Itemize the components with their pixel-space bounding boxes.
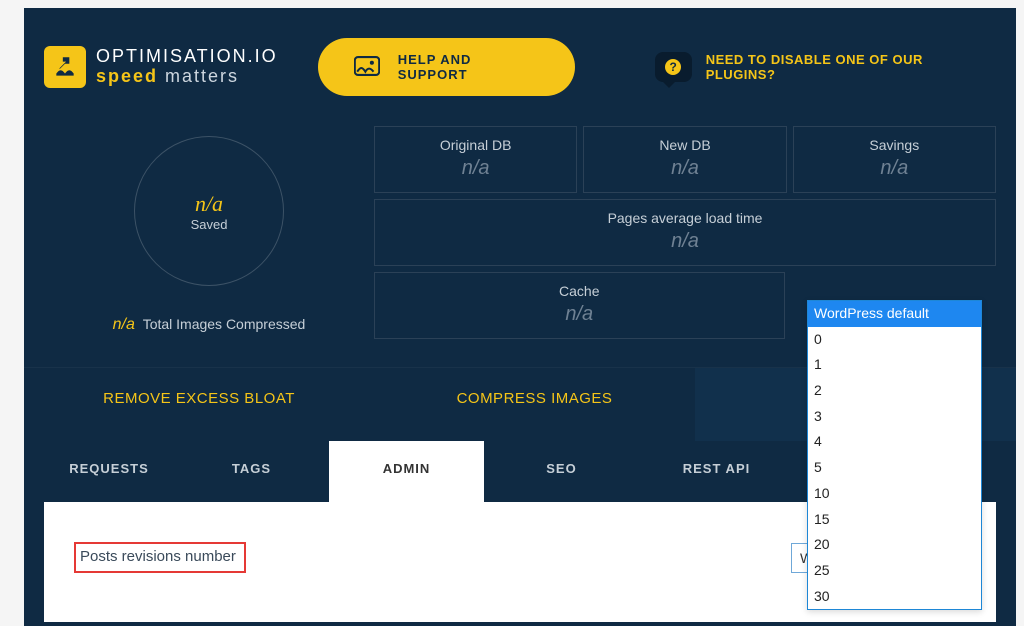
disable-plugin-link[interactable]: ? NEED TO DISABLE ONE OF OUR PLUGINS? (655, 52, 986, 82)
saved-circle: n/a Saved (134, 136, 284, 286)
dropdown-option[interactable]: 30 (808, 584, 981, 610)
dropdown-option[interactable]: 0 (808, 327, 981, 353)
saved-value: n/a (195, 191, 223, 217)
tab-seo[interactable]: SEO (484, 441, 639, 502)
compress-images-button[interactable]: COMPRESS IMAGES (374, 368, 695, 441)
original-db-card: Original DB n/a (374, 126, 577, 193)
left-stats-column: n/a Saved n/a Total Images Compressed (44, 126, 374, 334)
new-db-card: New DB n/a (583, 126, 786, 193)
load-time-value: n/a (383, 230, 987, 253)
help-support-label: HELP AND SUPPORT (398, 52, 539, 82)
tab-seo-label: SEO (546, 461, 576, 476)
help-support-button[interactable]: HELP AND SUPPORT (318, 38, 575, 96)
question-bubble-icon: ? (655, 52, 692, 82)
tab-tags[interactable]: TAGS (174, 441, 329, 502)
load-time-label: Pages average load time (383, 210, 987, 226)
total-images-label: Total Images Compressed (143, 316, 306, 332)
dropdown-option[interactable]: 1 (808, 352, 981, 378)
dropdown-option[interactable]: WordPress default (808, 301, 981, 327)
remove-bloat-label: REMOVE EXCESS BLOAT (103, 390, 295, 407)
load-time-card: Pages average load time n/a (374, 199, 996, 266)
posts-revisions-label: Posts revisions number (74, 542, 246, 573)
dashboard-panel: OPTIMISATION.IO speed matters HELP AND S… (24, 8, 1016, 626)
total-images-compressed: n/a Total Images Compressed (113, 316, 306, 334)
tab-requests[interactable]: REQUESTS (44, 441, 174, 502)
cache-label: Cache (383, 283, 776, 299)
dropdown-option[interactable]: 20 (808, 532, 981, 558)
disable-plugin-label: NEED TO DISABLE ONE OF OUR PLUGINS? (706, 52, 986, 82)
tab-admin-label: ADMIN (383, 461, 431, 476)
tab-requests-label: REQUESTS (69, 461, 149, 476)
total-images-value: n/a (113, 316, 135, 333)
load-time-row: Pages average load time n/a (374, 199, 996, 266)
logo-icon (44, 46, 86, 88)
logo-line2-rest: matters (158, 66, 239, 86)
logo-text: OPTIMISATION.IO speed matters (96, 47, 278, 87)
dropdown-option[interactable]: 2 (808, 378, 981, 404)
savings-label: Savings (802, 137, 987, 153)
dropdown-option[interactable]: 5 (808, 455, 981, 481)
posts-revisions-dropdown[interactable]: WordPress default0123451015202530 (807, 300, 982, 610)
dropdown-option[interactable]: 3 (808, 404, 981, 430)
db-stats-row: Original DB n/a New DB n/a Savings n/a (374, 126, 996, 193)
savings-value: n/a (802, 157, 987, 180)
saved-label: Saved (191, 217, 228, 232)
new-db-label: New DB (592, 137, 777, 153)
tab-rest-api-label: REST API (683, 461, 750, 476)
image-icon (354, 55, 380, 80)
dropdown-option[interactable]: 4 (808, 429, 981, 455)
new-db-value: n/a (592, 157, 777, 180)
remove-bloat-button[interactable]: REMOVE EXCESS BLOAT (24, 368, 374, 441)
savings-card: Savings n/a (793, 126, 996, 193)
logo: OPTIMISATION.IO speed matters (44, 46, 278, 88)
logo-line2-strong: speed (96, 66, 158, 86)
header-row: OPTIMISATION.IO speed matters HELP AND S… (24, 28, 1016, 126)
original-db-value: n/a (383, 157, 568, 180)
compress-images-label: COMPRESS IMAGES (457, 390, 613, 407)
cache-card: Cache n/a (374, 272, 785, 339)
cache-value: n/a (383, 303, 776, 326)
tab-rest-api[interactable]: REST API (639, 441, 794, 502)
tab-admin[interactable]: ADMIN (329, 441, 484, 502)
tab-tags-label: TAGS (232, 461, 271, 476)
logo-line1: OPTIMISATION.IO (96, 47, 278, 67)
dropdown-option[interactable]: 10 (808, 481, 981, 507)
dropdown-option[interactable]: 15 (808, 507, 981, 533)
dropdown-option[interactable]: 25 (808, 558, 981, 584)
original-db-label: Original DB (383, 137, 568, 153)
